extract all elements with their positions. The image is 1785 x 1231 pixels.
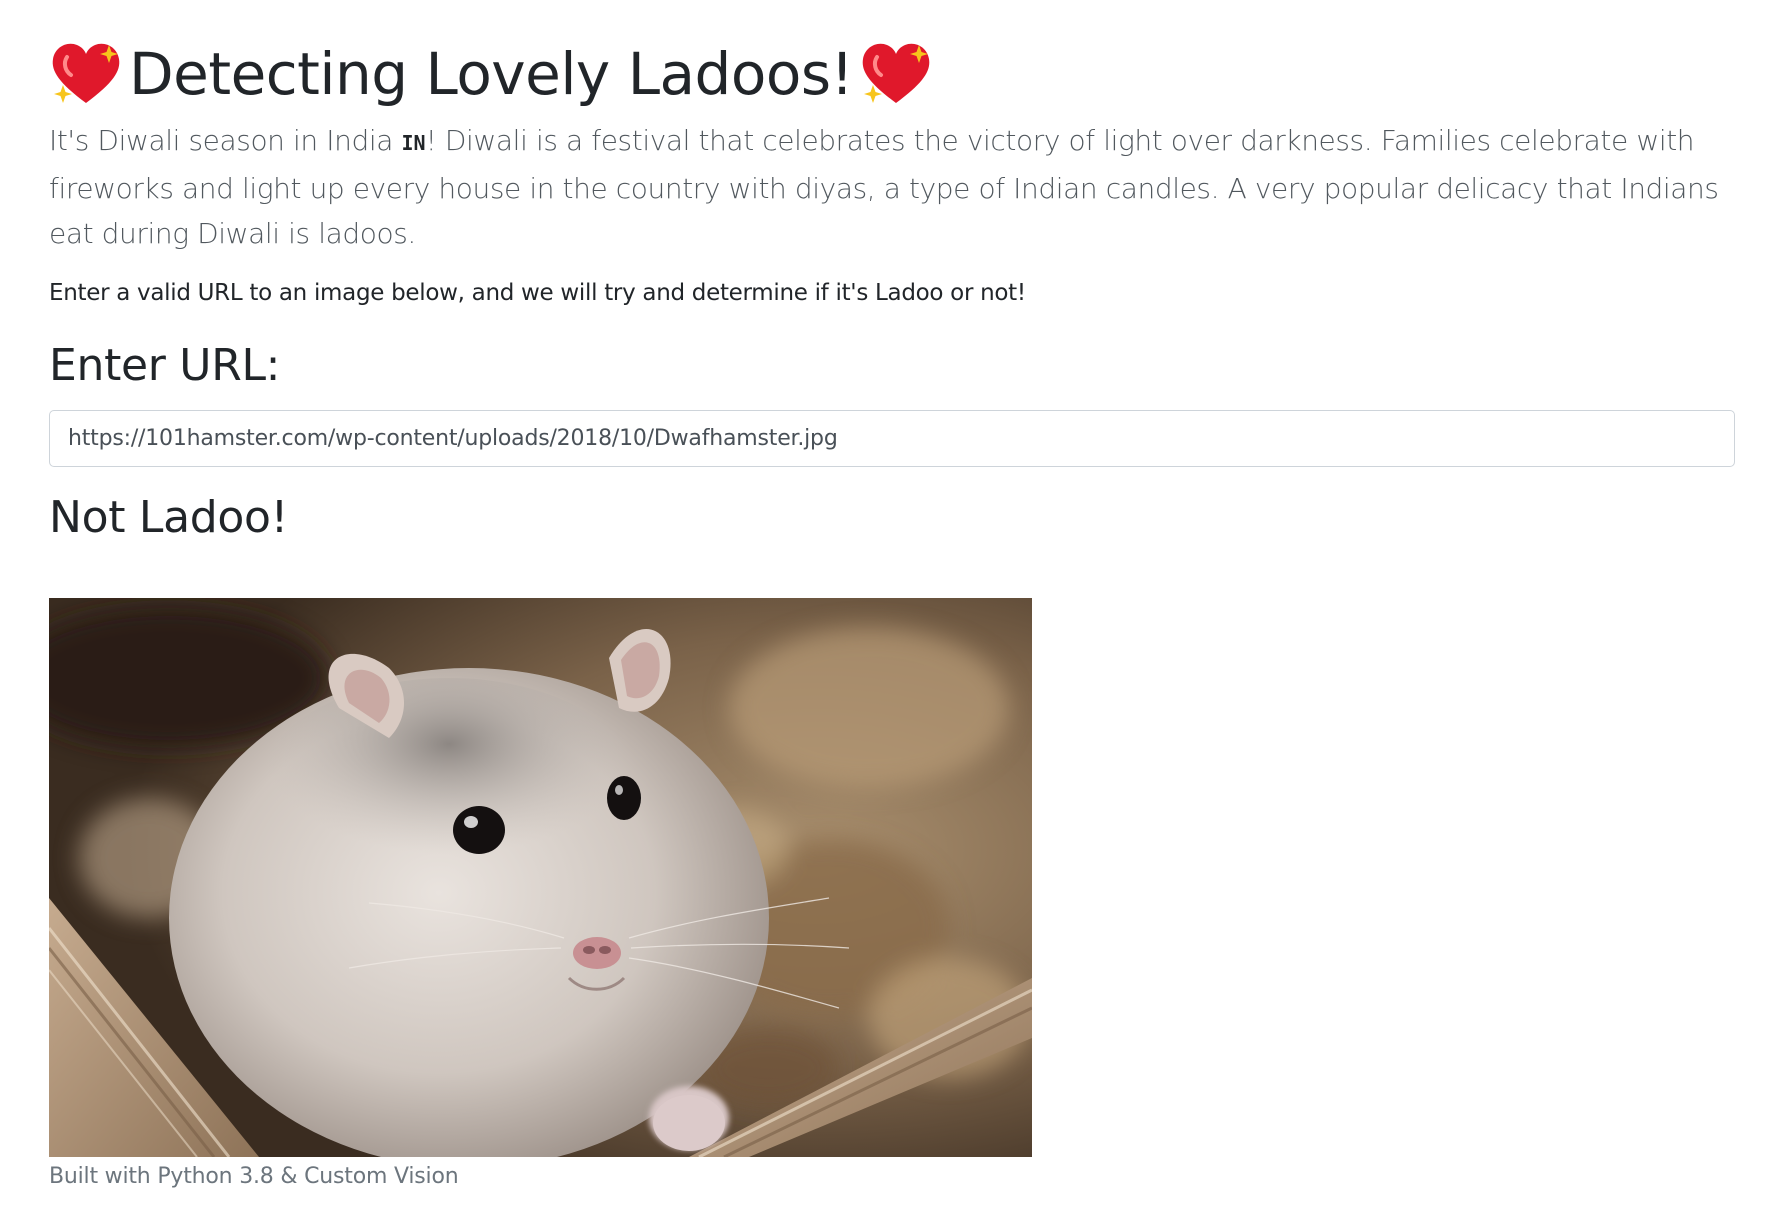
url-input[interactable] (49, 410, 1735, 467)
india-flag-icon: IN (401, 131, 426, 155)
enter-url-heading: Enter URL: (49, 340, 281, 391)
result-heading: Not Ladoo! (49, 492, 288, 543)
page-title-text: Detecting Lovely Ladoos! (129, 40, 854, 108)
footer-note: Built with Python 3.8 & Custom Vision (49, 1164, 459, 1189)
intro-paragraph: It's Diwali season in India IN! Diwali i… (49, 118, 1735, 256)
intro-text-start: It's Diwali season in India (49, 124, 402, 157)
sparkling-heart-icon (859, 39, 933, 109)
page-title: Detecting Lovely Ladoos! (49, 36, 933, 112)
sparkling-heart-icon (49, 39, 123, 109)
instructions-text: Enter a valid URL to an image below, and… (49, 280, 1026, 306)
hamster-photo (49, 598, 1032, 1157)
